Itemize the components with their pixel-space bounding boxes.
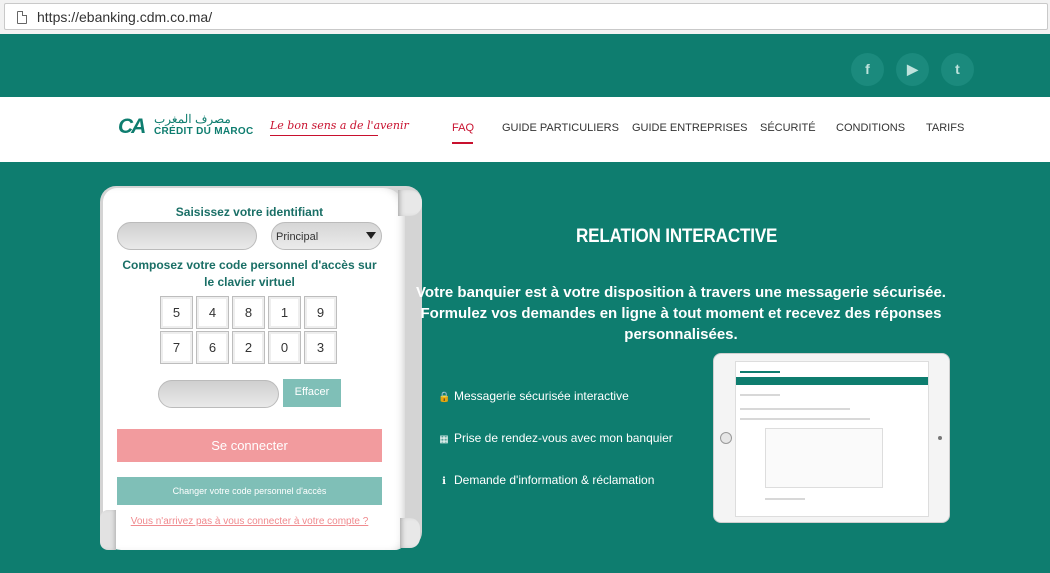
tablet-screen-line: [740, 394, 780, 396]
tablet-camera: [938, 436, 942, 440]
lock-icon: 🔒: [438, 392, 451, 403]
logo-name-text: CRÉDIT DU MAROC: [154, 126, 254, 137]
youtube-icon[interactable]: ▶: [896, 53, 929, 86]
tablet-screen-line: [740, 418, 870, 420]
nav-item-guide-entreprises[interactable]: GUIDE ENTREPRISES: [632, 122, 748, 134]
info-icon: ℹ: [442, 476, 446, 487]
feature-label: Prise de rendez-vous avec mon banquier: [454, 431, 673, 445]
address-bar[interactable]: https://ebanking.cdm.co.ma/: [4, 3, 1048, 30]
page-icon: [17, 11, 27, 24]
clear-button[interactable]: Effacer: [283, 379, 341, 407]
keypad-key[interactable]: 6: [196, 331, 229, 364]
login-button[interactable]: Se connecter: [117, 429, 382, 462]
feature-item: 🔒 Messagerie sécurisée interactive: [438, 389, 629, 403]
change-code-button[interactable]: Changer votre code personnel d'accès: [117, 477, 382, 505]
tablet-screen-line: [765, 498, 805, 500]
feature-label: Demande d'information & réclamation: [454, 473, 655, 487]
feature-item: ℹ Demande d'information & réclamation: [438, 473, 654, 487]
keypad-key[interactable]: 3: [304, 331, 337, 364]
tablet-screen-line: [740, 408, 850, 410]
scroll-curl-left: [100, 510, 116, 550]
access-code-field[interactable]: [158, 380, 279, 408]
identifier-input[interactable]: [117, 222, 257, 250]
scroll-curl-bottom: [400, 518, 420, 548]
nav-item-tarifs[interactable]: TARIFS: [926, 122, 964, 134]
chevron-down-icon: [366, 232, 376, 239]
promo-description: Votre banquier est à votre disposition à…: [416, 284, 946, 343]
identifier-label: Saisissez votre identifiant: [175, 205, 324, 219]
nav-item-securite[interactable]: SÉCURITÉ: [760, 122, 816, 134]
feature-item: ▦ Prise de rendez-vous avec mon banquier: [438, 431, 673, 445]
nav-active-indicator: [452, 142, 473, 144]
nav-item-guide-particuliers[interactable]: GUIDE PARTICULIERS: [502, 122, 619, 134]
feature-label: Messagerie sécurisée interactive: [454, 389, 629, 403]
promo-title: RELATION INTERACTIVE: [576, 226, 778, 247]
nav-item-faq[interactable]: FAQ: [452, 122, 474, 134]
keypad-key[interactable]: 7: [160, 331, 193, 364]
logo-mark-icon: CA: [118, 115, 146, 138]
twitter-icon[interactable]: t: [941, 53, 974, 86]
keypad-key[interactable]: 8: [232, 296, 265, 329]
keypad-key[interactable]: 4: [196, 296, 229, 329]
slogan-underline: [270, 135, 378, 136]
tablet-screen-navbar: [736, 377, 928, 385]
tablet-screen-logo: [740, 365, 780, 373]
keypad-key[interactable]: 1: [268, 296, 301, 329]
tablet-screen-message-box: [765, 428, 883, 488]
brand-logo[interactable]: CA مصرف المغرب CRÉDIT DU MAROC: [118, 111, 258, 141]
tablet-home-button: [720, 432, 732, 444]
keypad-key[interactable]: 2: [232, 331, 265, 364]
top-band: f ▶ t: [0, 34, 1050, 97]
logo-arabic-text: مصرف المغرب: [154, 112, 231, 126]
nav-item-conditions[interactable]: CONDITIONS: [836, 122, 905, 134]
scroll-curl-top: [398, 190, 422, 216]
keypad-key[interactable]: 9: [304, 296, 337, 329]
keypad-key[interactable]: 0: [268, 331, 301, 364]
url-text: https://ebanking.cdm.co.ma/: [37, 9, 213, 25]
keypad-key[interactable]: 5: [160, 296, 193, 329]
access-code-label: Composez votre code personnel d'accès su…: [122, 258, 377, 289]
login-help-link[interactable]: Vous n'arrivez pas à vous connecter à vo…: [117, 516, 382, 527]
brand-slogan: Le bon sens a de l'avenir: [270, 119, 409, 132]
browser-toolbar: https://ebanking.cdm.co.ma/: [0, 0, 1050, 34]
facebook-icon[interactable]: f: [851, 53, 884, 86]
calendar-icon: ▦: [439, 434, 449, 445]
header-nav: CA مصرف المغرب CRÉDIT DU MAROC Le bon se…: [0, 97, 1050, 162]
